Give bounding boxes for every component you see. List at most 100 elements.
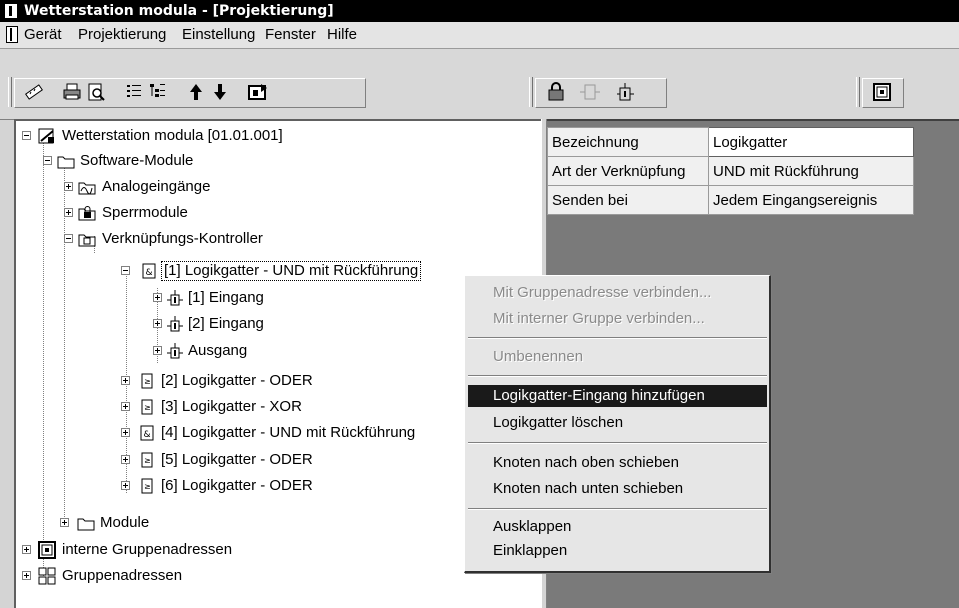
print-preview-icon[interactable] <box>84 80 108 104</box>
menu-item-label: Mit Gruppenadresse verbinden... <box>493 284 712 301</box>
tree-icon[interactable] <box>146 80 170 104</box>
menu-delete-gate[interactable]: Logikgatter löschen <box>468 412 767 434</box>
svg-text:≥: ≥ <box>144 482 151 491</box>
analog-icon <box>78 182 96 195</box>
expand-toggle[interactable] <box>22 571 31 580</box>
expand-toggle[interactable] <box>153 346 162 355</box>
menu-item-label: Ausklappen <box>493 518 572 535</box>
expand-toggle[interactable] <box>121 402 130 411</box>
menu-move-down[interactable]: Knoten nach unten schieben <box>468 478 767 500</box>
property-value[interactable]: UND mit Rückführung <box>708 156 914 186</box>
output-pin-icon <box>167 343 183 359</box>
tree-label: [4] Logikgatter - UND mit Rückführung <box>161 424 416 441</box>
menu-rename[interactable]: Umbenennen <box>468 346 767 368</box>
menu-item-label: Knoten nach unten schieben <box>493 480 684 497</box>
tree-label: Verknüpfungs-Kontroller <box>102 230 263 247</box>
input-icon[interactable] <box>612 80 636 104</box>
input-pin-icon <box>167 316 183 332</box>
menu-item-label: Knoten nach oben schieben <box>493 454 679 471</box>
tree-connector <box>43 138 44 578</box>
menu-item-label: Einklappen <box>493 542 568 559</box>
title-bar: Wetterstation modula - [Projektierung] <box>0 0 959 22</box>
property-value[interactable]: Jedem Eingangsereignis <box>708 185 914 215</box>
svg-text:&: & <box>146 268 153 278</box>
toolbar-grip-3[interactable] <box>856 77 860 107</box>
ruler-icon[interactable] <box>22 80 46 104</box>
tree-label: [1] Eingang <box>188 289 264 306</box>
and-gate-icon: & <box>142 263 156 279</box>
tree-label: Software-Module <box>80 152 194 169</box>
arrow-up-icon[interactable] <box>184 80 208 104</box>
expand-toggle[interactable] <box>64 208 73 217</box>
property-key: Senden bei <box>547 185 709 215</box>
or-gate-icon: ≥ <box>141 478 153 494</box>
print-icon[interactable] <box>60 80 84 104</box>
property-key: Art der Verknüpfung <box>547 156 709 186</box>
menu-connect-group-address[interactable]: Mit Gruppenadresse verbinden... <box>468 282 767 304</box>
tree-label: [5] Logikgatter - ODER <box>161 451 313 468</box>
expand-toggle[interactable] <box>121 376 130 385</box>
menu-separator <box>468 337 767 339</box>
toolbar-grip[interactable] <box>8 77 12 107</box>
input-pin-icon <box>167 290 183 306</box>
menu-einstellung[interactable]: Einstellung <box>182 26 255 43</box>
export-icon[interactable] <box>246 80 270 104</box>
property-value-input[interactable]: Logikgatter <box>708 127 914 157</box>
expand-toggle[interactable] <box>64 182 73 191</box>
toolbar-grip-2[interactable] <box>529 77 533 107</box>
menu-bar: Gerät Projektierung Einstellung Fenster … <box>0 22 959 49</box>
app-icon <box>4 3 18 19</box>
group-icon[interactable] <box>870 80 894 104</box>
expand-toggle[interactable] <box>22 545 31 554</box>
tree-label-selected: [1] Logikgatter - UND mit Rückführung <box>161 261 422 281</box>
menu-connect-internal-group[interactable]: Mit interner Gruppe verbinden... <box>468 308 767 330</box>
menu-item-label: Umbenennen <box>493 348 584 365</box>
menu-separator <box>468 442 767 444</box>
collapse-toggle[interactable] <box>121 266 130 275</box>
menu-geraet[interactable]: Gerät <box>24 26 62 43</box>
document-icon[interactable] <box>6 26 18 43</box>
tree-label: Ausgang <box>188 342 248 359</box>
property-row: Senden bei Jedem Eingangsereignis <box>547 185 914 215</box>
tree-label: interne Gruppenadressen <box>62 541 233 558</box>
lock-icon[interactable] <box>544 80 568 104</box>
device-icon <box>38 128 54 144</box>
or-gate-icon: ≥ <box>141 373 153 389</box>
expand-toggle[interactable] <box>153 293 162 302</box>
gate-icon[interactable] <box>578 80 602 104</box>
expand-toggle[interactable] <box>121 481 130 490</box>
menu-collapse[interactable]: Einklappen <box>468 540 767 562</box>
lock-folder-icon <box>78 206 96 221</box>
project-tree[interactable]: Wetterstation modula [01.01.001] Softwar… <box>14 119 541 608</box>
menu-item-label: Logikgatter-Eingang hinzufügen <box>493 387 705 404</box>
menu-move-up[interactable]: Knoten nach oben schieben <box>468 452 767 474</box>
svg-text:≥: ≥ <box>144 377 151 386</box>
property-key: Bezeichnung <box>547 127 709 157</box>
menu-expand[interactable]: Ausklappen <box>468 516 767 538</box>
tree-label: [6] Logikgatter - ODER <box>161 477 313 494</box>
list-icon[interactable] <box>122 80 146 104</box>
folder-icon <box>57 156 75 169</box>
menu-hilfe[interactable]: Hilfe <box>327 26 357 43</box>
property-row: Bezeichnung Logikgatter <box>547 127 914 157</box>
arrow-down-icon[interactable] <box>208 80 232 104</box>
menu-fenster[interactable]: Fenster <box>265 26 316 43</box>
properties-table: Bezeichnung Logikgatter Art der Verknüpf… <box>547 127 914 215</box>
tree-label: Analogeingänge <box>102 178 211 195</box>
svg-text:≥: ≥ <box>144 456 151 465</box>
menu-add-gate-input[interactable]: Logikgatter-Eingang hinzufügen <box>468 385 767 407</box>
expand-toggle[interactable] <box>60 518 69 527</box>
expand-toggle[interactable] <box>121 455 130 464</box>
collapse-toggle[interactable] <box>43 156 52 165</box>
menu-item-label: Logikgatter löschen <box>493 414 624 431</box>
collapse-toggle[interactable] <box>22 131 31 140</box>
xor-gate-icon: ≥ <box>141 399 153 415</box>
tree-label: Sperrmodule <box>102 204 188 221</box>
and-gate-icon: & <box>140 425 154 441</box>
menu-projektierung[interactable]: Projektierung <box>78 26 166 43</box>
expand-toggle[interactable] <box>153 319 162 328</box>
expand-toggle[interactable] <box>121 428 130 437</box>
collapse-toggle[interactable] <box>64 234 73 243</box>
group-address-icon <box>38 567 56 585</box>
tree-label: Gruppenadressen <box>62 567 183 584</box>
